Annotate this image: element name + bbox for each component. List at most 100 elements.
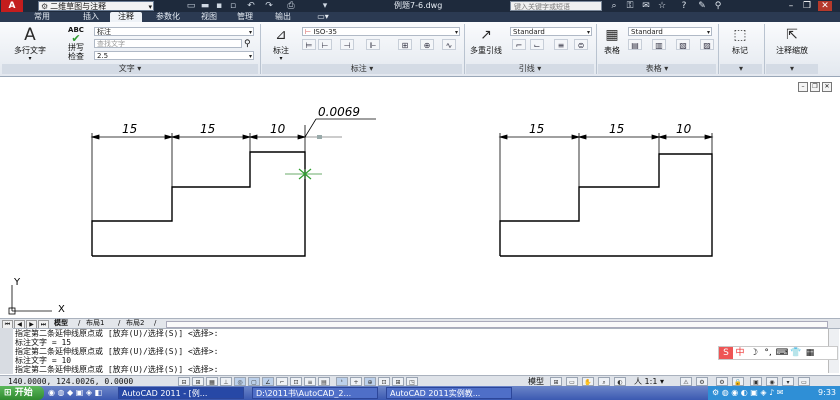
tab-annotate[interactable]: 注释: [110, 12, 142, 22]
dim-text-left-3[interactable]: 10: [270, 122, 286, 136]
restore-icon[interactable]: ❐: [800, 1, 814, 11]
add-leader-icon[interactable]: ⌐: [512, 39, 526, 50]
text-height-select[interactable]: 2.5 ▾: [94, 51, 254, 60]
dim-text-right-3[interactable]: 10: [676, 122, 692, 136]
dimension-style-select[interactable]: ⊢ ISO-35 ▾: [302, 27, 460, 36]
dim-text-right-2[interactable]: 15: [609, 122, 624, 136]
auto-scale-icon[interactable]: ⚙: [696, 377, 708, 386]
object-snap-icon[interactable]: ▢: [248, 377, 260, 386]
minimize-icon[interactable]: –: [784, 1, 798, 11]
oblique-icon[interactable]: ∿: [442, 39, 456, 50]
align-leaders-icon[interactable]: ≡: [554, 39, 568, 50]
right-profile[interactable]: [499, 153, 713, 257]
tab-view[interactable]: 视图: [196, 12, 222, 22]
quicklaunch-icons[interactable]: ◉ ◍ ◆ ▣ ◈ ◧: [48, 388, 102, 397]
dim-text-left-1[interactable]: 15: [122, 122, 137, 136]
panel-title-dimension[interactable]: 标注 ▾: [262, 64, 462, 74]
quick-view-layouts-icon[interactable]: ⊞: [550, 377, 562, 386]
open-icon[interactable]: ▬: [200, 1, 210, 11]
infer-constraints-icon[interactable]: ⊟: [178, 377, 190, 386]
panel-title-text[interactable]: 文字 ▾: [2, 64, 258, 74]
panel-title-markup[interactable]: ▾: [720, 64, 762, 74]
panel-title-table[interactable]: 表格 ▾: [598, 64, 716, 74]
ribbon-minimize-icon[interactable]: ▭▾: [314, 12, 332, 22]
polar-tracking-icon[interactable]: ◎: [234, 377, 246, 386]
close-icon[interactable]: ✕: [818, 1, 832, 11]
multiline-text-button[interactable]: A 多行文字 ▾: [8, 26, 52, 62]
layout-tab-model[interactable]: 模型: [54, 319, 68, 328]
ime-toolbar[interactable]: S 中 ☽ °, ⌨ 👕 ▦: [718, 346, 838, 360]
units-icon[interactable]: ◳: [406, 377, 418, 386]
find-text-input[interactable]: 查找文字: [94, 39, 242, 48]
right-dimensions[interactable]: [498, 133, 714, 221]
task-document[interactable]: AutoCAD 2011实例教...: [386, 387, 512, 399]
clean-screen-icon[interactable]: ▭: [798, 377, 810, 386]
steeringwheels-icon[interactable]: ◐: [614, 377, 626, 386]
search-icon[interactable]: ⌕: [608, 1, 620, 11]
layout-tab-layout1[interactable]: 布局1: [86, 319, 104, 328]
quick-dimension-icon[interactable]: ⊨: [302, 39, 316, 50]
connect-icon[interactable]: ⚲: [712, 1, 724, 11]
tools-icon[interactable]: ✎: [696, 1, 708, 11]
baseline-dimension-icon[interactable]: ⊣: [340, 39, 354, 50]
application-menu-button[interactable]: A: [1, 0, 23, 12]
lineweight-icon[interactable]: ≡: [304, 377, 316, 386]
status-menu-icon[interactable]: ▾: [782, 377, 794, 386]
command-window-handle[interactable]: [0, 328, 13, 374]
table-button[interactable]: ▦ 表格: [598, 26, 626, 56]
print-icon[interactable]: ⎙: [286, 1, 296, 11]
lock-icon[interactable]: 🔒: [732, 377, 744, 386]
redo-icon[interactable]: ↷: [264, 1, 274, 11]
grid-display-icon[interactable]: ▦: [206, 377, 218, 386]
search-input[interactable]: 键入关键字或短语: [510, 1, 602, 11]
tab-parametric[interactable]: 参数化: [150, 12, 186, 22]
annotation-visibility-icon[interactable]: ⚠: [680, 377, 692, 386]
left-profile[interactable]: [91, 151, 306, 257]
dimension-button[interactable]: ⊿ 标注 ▾: [264, 26, 298, 62]
workspace-switch-icon[interactable]: ⚙: [716, 377, 728, 386]
tab-manage[interactable]: 管理: [230, 12, 260, 22]
ducs-icon[interactable]: ⌐: [276, 377, 288, 386]
ime-chinese-mode[interactable]: 中: [733, 347, 747, 359]
hardware-acceleration-icon[interactable]: ▣: [750, 377, 762, 386]
spell-check-button[interactable]: ABC ✔ 拼写 检查: [60, 26, 92, 61]
tab-output[interactable]: 输出: [268, 12, 298, 22]
favorites-icon[interactable]: ☆: [656, 1, 668, 11]
transparency-icon[interactable]: ᵗ: [336, 377, 348, 386]
pan-icon[interactable]: ✋: [582, 377, 594, 386]
dim-text-right-1[interactable]: 15: [529, 122, 544, 136]
tab-insert[interactable]: 插入: [76, 12, 106, 22]
quick-properties-icon[interactable]: ▤: [318, 377, 330, 386]
annotation-scaling-button[interactable]: ⇱ 注释缩放: [768, 26, 816, 56]
ime-logo-icon[interactable]: S: [719, 347, 733, 359]
command-prompt-line[interactable]: 指定第二条延伸线原点或 [放弃(U)/选择(S)] <选择>:: [15, 365, 218, 374]
dynamic-input-icon[interactable]: ⊡: [290, 377, 302, 386]
zoom-icon[interactable]: ⌕: [598, 377, 610, 386]
horizontal-scrollbar[interactable]: [166, 321, 828, 328]
dimension-space-icon[interactable]: ⊩: [366, 39, 380, 50]
ime-punct-icon[interactable]: °,: [761, 347, 775, 359]
tracking-icon[interactable]: ⊡: [378, 377, 390, 386]
collect-leaders-icon[interactable]: ⊜: [574, 39, 588, 50]
3d-osnap-icon[interactable]: ⊕: [364, 377, 376, 386]
panel-title-leader[interactable]: 引线 ▾: [466, 64, 594, 74]
text-style-select[interactable]: 标注 ▾: [94, 27, 254, 36]
saveas-icon[interactable]: ▫: [228, 1, 238, 11]
tab-home[interactable]: 常用: [26, 12, 58, 22]
panel-title-scaling[interactable]: ▾: [766, 64, 818, 74]
qat-customize-icon[interactable]: ▾: [320, 1, 330, 11]
dim-text-left-2[interactable]: 15: [200, 122, 215, 136]
object-snap-tracking-icon[interactable]: ∠: [262, 377, 274, 386]
ime-moon-icon[interactable]: ☽: [747, 347, 761, 359]
save-icon[interactable]: ▪: [214, 1, 224, 11]
task-explorer[interactable]: D:\2011书\AutoCAD_2...: [252, 387, 378, 399]
continue-dimension-icon[interactable]: ⊢: [318, 39, 332, 50]
workspace-dropdown[interactable]: ⚙ 二维草图与注释 ▾: [38, 1, 154, 11]
annotation-monitor-icon[interactable]: ⊞: [392, 377, 404, 386]
snap-mode-icon[interactable]: ⊞: [192, 377, 204, 386]
layout-tab-layout2[interactable]: 布局2: [126, 319, 144, 328]
download-data-icon[interactable]: ▨: [700, 39, 714, 50]
ime-keyboard-icon[interactable]: ⌨: [775, 347, 789, 359]
data-link-icon[interactable]: ▤: [628, 39, 642, 50]
remove-leader-icon[interactable]: ⌙: [530, 39, 544, 50]
